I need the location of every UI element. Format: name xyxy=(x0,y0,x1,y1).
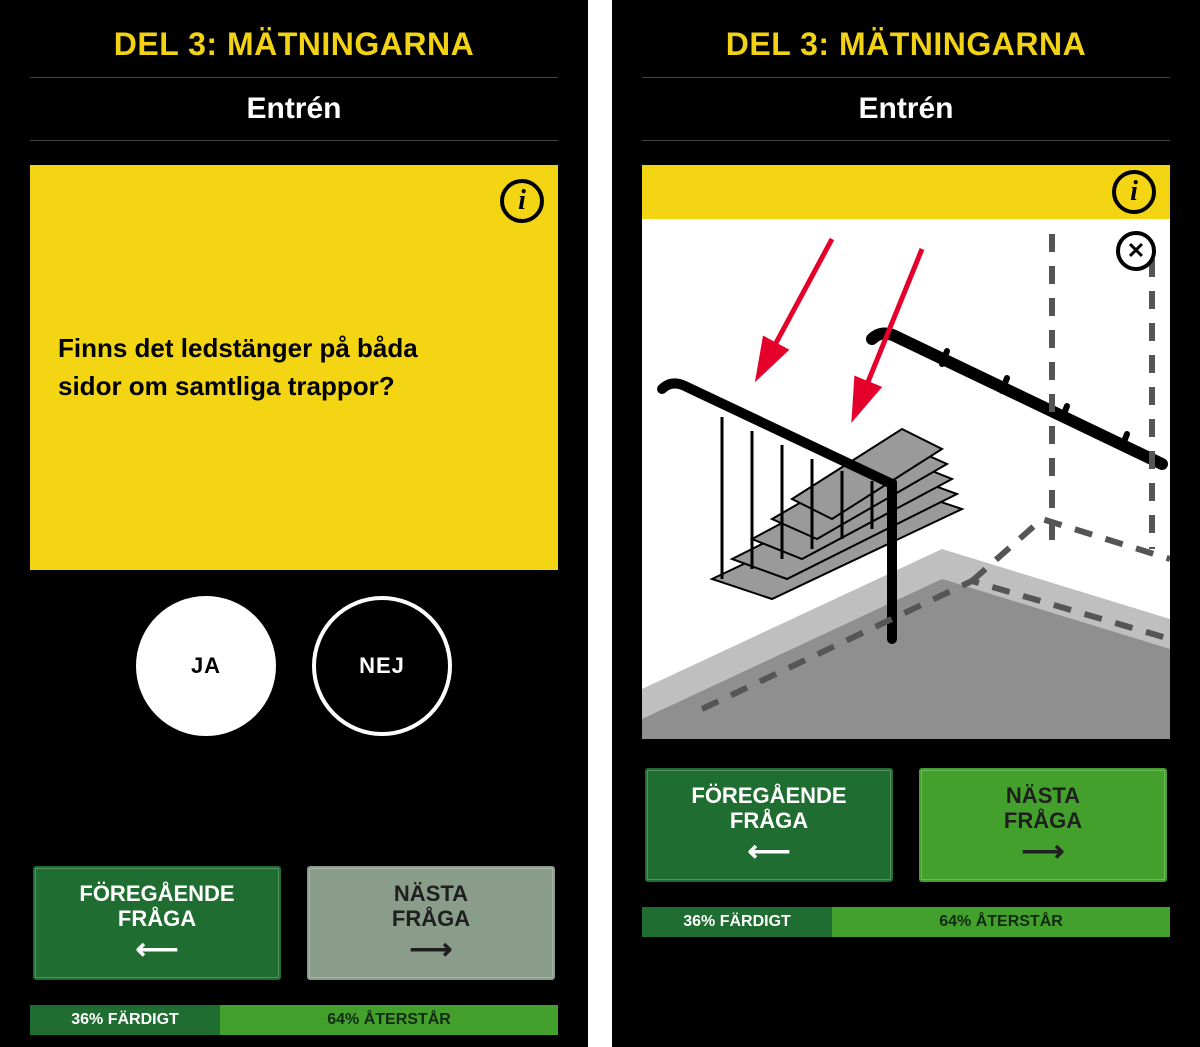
next-question-button[interactable]: NÄSTA FRÅGA ⟶ xyxy=(304,863,558,983)
question-text: Finns det ledstänger på båda sidor om sa… xyxy=(58,330,483,405)
subsection-title: Entrén xyxy=(30,92,558,126)
prev-question-button[interactable]: FÖREGÅENDE FRÅGA ⟵ xyxy=(30,863,284,983)
section-title: DEL 3: MÄTNINGARNA xyxy=(30,26,558,63)
prev-question-button[interactable]: FÖREGÅENDE FRÅGA ⟵ xyxy=(642,765,896,885)
nav-row: FÖREGÅENDE FRÅGA ⟵ NÄSTA FRÅGA ⟶ xyxy=(642,765,1170,885)
subsection-title: Entrén xyxy=(642,92,1170,126)
close-icon[interactable]: ✕ xyxy=(1116,231,1156,271)
phone-screen-info-overlay: DEL 3: MÄTNINGARNA Entrén i ✕ xyxy=(612,0,1200,1047)
divider xyxy=(642,140,1170,141)
info-icon[interactable]: i xyxy=(1112,170,1156,214)
progress-remaining: 64% ÅTERSTÅR xyxy=(832,907,1170,937)
prev-label-2: FRÅGA xyxy=(79,906,234,931)
arrow-right-icon: ⟶ xyxy=(1021,837,1064,867)
next-label-1: NÄSTA xyxy=(1004,783,1082,808)
next-label-2: FRÅGA xyxy=(1004,808,1082,833)
next-question-button[interactable]: NÄSTA FRÅGA ⟶ xyxy=(916,765,1170,885)
arrow-left-icon: ⟵ xyxy=(135,935,178,965)
phone-screen-question: DEL 3: MÄTNINGARNA Entrén i Finns det le… xyxy=(0,0,588,1047)
progress-done: 36% FÄRDIGT xyxy=(30,1005,220,1035)
progress-done: 36% FÄRDIGT xyxy=(642,907,832,937)
info-illustration-card: ✕ xyxy=(642,219,1170,739)
arrow-right-icon: ⟶ xyxy=(409,935,452,965)
next-label-2: FRÅGA xyxy=(392,906,470,931)
arrow-left-icon: ⟵ xyxy=(747,837,790,867)
answer-yes-button[interactable]: JA xyxy=(136,596,276,736)
divider xyxy=(30,140,558,141)
prev-label-2: FRÅGA xyxy=(691,808,846,833)
progress-bar: 36% FÄRDIGT 64% ÅTERSTÅR xyxy=(30,1005,558,1035)
divider xyxy=(642,77,1170,78)
info-card-area: i ✕ xyxy=(642,165,1170,739)
info-icon[interactable]: i xyxy=(500,179,544,223)
divider xyxy=(30,77,558,78)
prev-label-1: FÖREGÅENDE xyxy=(691,783,846,808)
info-header-bar: i xyxy=(642,165,1170,219)
section-title: DEL 3: MÄTNINGARNA xyxy=(642,26,1170,63)
answer-no-button[interactable]: NEJ xyxy=(312,596,452,736)
stairs-handrail-illustration xyxy=(642,219,1170,739)
next-label-1: NÄSTA xyxy=(392,881,470,906)
answer-row: JA NEJ xyxy=(30,596,558,736)
question-card-area: i Finns det ledstänger på båda sidor om … xyxy=(30,165,558,570)
progress-remaining: 64% ÅTERSTÅR xyxy=(220,1005,558,1035)
question-card: i Finns det ledstänger på båda sidor om … xyxy=(30,165,558,570)
progress-bar: 36% FÄRDIGT 64% ÅTERSTÅR xyxy=(642,907,1170,937)
nav-row: FÖREGÅENDE FRÅGA ⟵ NÄSTA FRÅGA ⟶ xyxy=(30,863,558,983)
prev-label-1: FÖREGÅENDE xyxy=(79,881,234,906)
